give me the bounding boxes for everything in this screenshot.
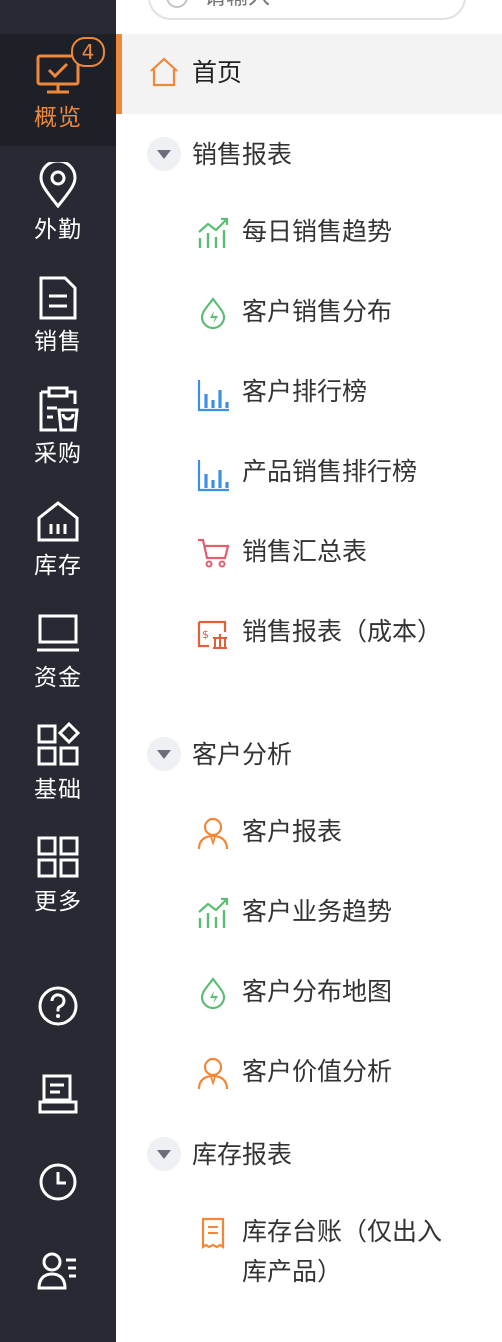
menu-item-label: 客户价值分析	[242, 1057, 393, 1086]
receipt-icon	[201, 1217, 225, 1250]
rail-item-purchase[interactable]: 采购	[0, 370, 116, 482]
rail-item-label: 库存	[34, 553, 82, 579]
menu-item-label: 销售汇总表	[242, 537, 368, 566]
search-input[interactable]	[202, 0, 426, 11]
home-icon	[150, 57, 178, 87]
notification-badge: 4	[71, 37, 105, 67]
location-pin-icon	[35, 159, 81, 209]
history-button[interactable]	[0, 1142, 116, 1222]
menu-item-product-sales-ranking[interactable]: 产品销售排行榜	[116, 434, 502, 514]
group-title: 销售报表	[192, 140, 293, 169]
warehouse-icon	[35, 498, 81, 544]
menu-item-label: 客户业务趋势	[242, 897, 393, 926]
group-inventory-reports[interactable]: 库存报表	[116, 1114, 502, 1194]
rail-item-overview[interactable]: 4 概览	[0, 34, 116, 146]
trend-icon	[198, 217, 229, 248]
person-icon	[197, 1057, 229, 1090]
help-icon	[38, 986, 78, 1026]
menu-item-customer-business-trend[interactable]: 客户业务趋势	[116, 874, 502, 954]
menu-item-label: 销售报表（成本）	[242, 617, 443, 646]
rail-item-label: 采购	[34, 441, 82, 467]
printer-icon	[38, 1074, 78, 1114]
help-button[interactable]	[0, 966, 116, 1046]
menu-item-label: 客户排行榜	[242, 377, 368, 406]
menu-item-label: 每日销售趋势	[242, 217, 393, 246]
menu-item-daily-sales-trend[interactable]: 每日销售趋势	[116, 194, 502, 274]
menu-item-home[interactable]: 首页	[116, 34, 502, 114]
group-sales-reports[interactable]: 销售报表	[116, 114, 502, 194]
rail-item-basic[interactable]: 基础	[0, 706, 116, 818]
trend-icon	[198, 897, 229, 928]
group-title: 客户分析	[192, 740, 293, 769]
menu-item-customer-sales-distribution[interactable]: 客户销售分布	[116, 274, 502, 354]
bar-chart-icon	[197, 460, 229, 492]
rail-item-more[interactable]: 更多	[0, 818, 116, 930]
rail-item-label: 外勤	[34, 217, 82, 243]
menu-item-sales-report-cost[interactable]: $ 销售报表（成本）	[116, 594, 502, 714]
search-icon	[166, 0, 188, 8]
caret-down-icon	[157, 750, 171, 759]
menu-item-label: 客户分布地图	[242, 977, 393, 1006]
group-title: 库存报表	[192, 1140, 293, 1169]
cost-report-icon: $	[197, 620, 227, 649]
rail-item-label: 销售	[34, 329, 82, 355]
bar-chart-icon	[197, 380, 229, 412]
group-customer-analysis[interactable]: 客户分析	[116, 714, 502, 794]
search-box[interactable]	[148, 0, 466, 20]
drop-bolt-icon	[200, 297, 226, 330]
purchase-clipboard-icon	[35, 386, 81, 432]
rail-item-label: 基础	[34, 777, 82, 803]
rail-item-label: 更多	[34, 889, 82, 915]
cart-icon	[198, 538, 230, 568]
menu-item-customer-value-analysis[interactable]: 客户价值分析	[116, 1034, 502, 1114]
clock-icon	[39, 1163, 77, 1201]
document-icon	[35, 274, 81, 320]
menu-item-sales-summary[interactable]: 销售汇总表	[116, 514, 502, 594]
side-rail: 4 概览 外勤 销售 采购 库存 资金 基础 更多	[0, 0, 116, 1342]
menu-item-label: 首页	[192, 58, 243, 87]
menu-panel: 首页 销售报表 每日销售趋势 客户销售分布 客户排行榜 产	[116, 0, 502, 1342]
contacts-button[interactable]	[0, 1230, 116, 1310]
menu-item-label: 库存台账（仅出入库产品）	[242, 1217, 443, 1286]
active-indicator	[116, 34, 122, 114]
laptop-icon	[35, 610, 81, 656]
rail-item-inventory[interactable]: 库存	[0, 482, 116, 594]
rail-item-field[interactable]: 外勤	[0, 146, 116, 258]
menu-item-customer-report[interactable]: 客户报表	[116, 794, 502, 874]
menu-item-customer-ranking[interactable]: 客户排行榜	[116, 354, 502, 434]
menu-item-label: 客户报表	[242, 817, 343, 846]
grid-icon	[35, 834, 81, 880]
menu-item-customer-distribution-map[interactable]: 客户分布地图	[116, 954, 502, 1034]
caret-down-icon	[157, 1150, 171, 1159]
apps-diamond-icon	[35, 721, 81, 768]
menu-item-inventory-ledger[interactable]: 库存台账（仅出入库产品）	[116, 1194, 502, 1314]
caret-down-icon	[157, 150, 171, 159]
person-icon	[197, 817, 229, 850]
print-button[interactable]	[0, 1054, 116, 1134]
user-list-icon	[37, 1252, 76, 1290]
rail-item-funds[interactable]: 资金	[0, 594, 116, 706]
rail-item-label: 概览	[34, 105, 82, 131]
drop-bolt-icon	[200, 977, 226, 1010]
menu-item-label: 客户销售分布	[242, 297, 393, 326]
svg-text:$: $	[202, 628, 209, 641]
rail-item-sales[interactable]: 销售	[0, 258, 116, 370]
monitor-check-icon: 4	[35, 37, 105, 96]
rail-item-label: 资金	[34, 665, 82, 691]
menu-item-label: 产品销售排行榜	[242, 457, 418, 486]
